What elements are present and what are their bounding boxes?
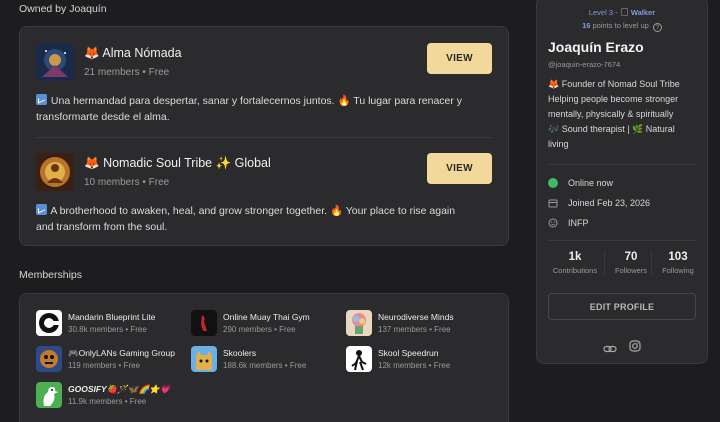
link-icon[interactable] [603,341,617,353]
membership-icon [346,346,372,372]
membership-name: Neurodiverse Minds [378,312,454,322]
membership-item[interactable]: 🎮OnlyLANs Gaming Group 119 members • Fre… [36,346,196,374]
owned-heading: Owned by Joaquín [19,3,107,15]
membership-item[interactable]: Skool Speedrun 12k members • Free [346,346,506,374]
membership-meta: 30.8k members • Free [68,325,147,334]
membership-item[interactable]: Online Muay Thai Gym 290 members • Free [191,310,351,338]
group-thumbnail[interactable] [36,43,74,81]
level-badge-icon [620,8,628,16]
membership-item[interactable]: GOOSIFY🍓🪄🦋🌈⭐💗 11.9k members • Free [36,382,196,410]
divider [548,164,696,165]
group-meta: 21 members • Free [84,67,170,78]
memberships-heading: Memberships [19,269,83,281]
membership-name: Skoolers [223,348,257,358]
instagram-icon[interactable] [629,339,641,352]
divider [36,137,492,138]
membership-name: 🎮OnlyLANs Gaming Group [68,348,175,358]
divider [548,240,696,241]
membership-icon [191,346,217,372]
level-indicator: Level 3 - Walker [588,8,656,17]
profile-name: Joaquín Erazo [548,39,644,55]
membership-meta: 290 members • Free [223,325,296,334]
group-description: Una hermandad para despertar, sanar y fo… [36,94,463,123]
stat-following[interactable]: 103 Following [650,251,706,275]
chart-icon [36,204,47,215]
membership-icon [346,310,372,336]
group-meta: 10 members • Free [84,177,170,188]
membership-item[interactable]: Neurodiverse Minds 137 members • Free [346,310,506,338]
membership-item[interactable]: Skoolers 188.6k members • Free [191,346,351,374]
membership-icon [36,382,62,408]
membership-name: GOOSIFY🍓🪄🦋🌈⭐💗 [68,384,171,394]
joined-date: Joined Feb 23, 2026 [548,196,650,210]
group-description: A brotherhood to awaken, heal, and grow … [36,204,456,233]
membership-icon [36,310,62,336]
group-item-nomadic-soul-tribe: 🦊 Nomadic Soul Tribe ✨ Global 10 members… [36,153,492,263]
membership-name: Mandarin Blueprint Lite [68,312,156,322]
membership-icon [36,346,62,372]
online-dot-icon [548,178,558,188]
view-button[interactable]: VIEW [427,43,492,74]
stat-contributions[interactable]: 1k Contributions [547,251,603,275]
edit-profile-button[interactable]: EDIT PROFILE [548,293,696,320]
membership-meta: 119 members • Free [68,361,141,370]
profile-handle: @joaquin-erazo-7674 [548,60,621,69]
group-name[interactable]: 🦊 Nomadic Soul Tribe ✨ Global [84,156,271,171]
owned-groups-card: 🦊 Alma Nómada 21 members • Free VIEW Una… [19,26,509,246]
profile-bio: 🦊 Founder of Nomad Soul Tribe Helping pe… [548,79,680,149]
membership-meta: 137 members • Free [378,325,451,334]
calendar-icon [548,198,558,208]
personality-type: INFP [548,216,589,230]
membership-meta: 188.6k members • Free [223,361,307,370]
group-thumbnail[interactable] [36,153,74,191]
membership-name: Online Muay Thai Gym [223,312,310,322]
profile-card: Level 3 - Walker 16 points to level up ?… [536,0,708,364]
chart-icon [36,94,47,105]
memberships-card: Mandarin Blueprint Lite 30.8k members • … [19,293,509,422]
smiley-icon [548,218,558,228]
membership-name: Skool Speedrun [378,348,439,358]
membership-meta: 12k members • Free [378,361,451,370]
membership-meta: 11.9k members • Free [68,397,147,406]
group-name[interactable]: 🦊 Alma Nómada [84,46,182,61]
help-icon[interactable]: ? [652,23,662,32]
points-to-level: 16 points to level up ? [537,21,707,32]
membership-icon [191,310,217,336]
online-status: Online now [548,176,613,190]
view-button[interactable]: VIEW [427,153,492,184]
membership-item[interactable]: Mandarin Blueprint Lite 30.8k members • … [36,310,196,338]
